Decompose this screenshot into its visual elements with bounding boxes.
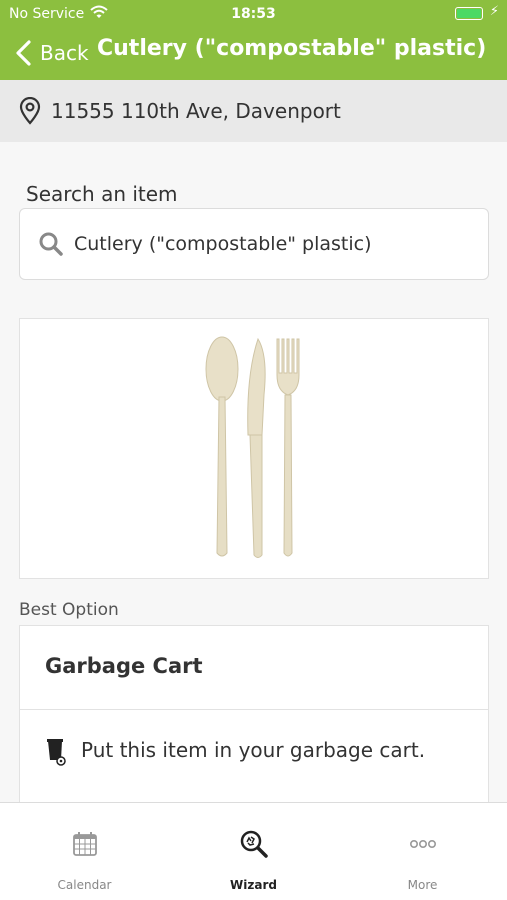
divider xyxy=(20,709,488,710)
location-pin-icon xyxy=(19,97,41,125)
calendar-icon xyxy=(72,832,97,856)
wizard-search-icon xyxy=(240,830,268,858)
garbage-cart-icon xyxy=(47,739,66,766)
address-text: 11555 110th Ave, Davenport xyxy=(51,99,341,123)
search-input[interactable]: Cutlery ("compostable" plastic) xyxy=(19,208,489,280)
best-option-label: Best Option xyxy=(19,600,119,620)
tab-wizard[interactable]: Wizard xyxy=(169,803,338,900)
more-icon xyxy=(409,840,436,849)
page-title: Cutlery ("compostable" plastic) xyxy=(97,36,487,61)
option-instruction: Put this item in your garbage cart. xyxy=(81,738,426,762)
back-label: Back xyxy=(40,41,89,65)
navigation-bar: Back Cutlery ("compostable" plastic) xyxy=(0,30,507,76)
charging-icon: ⚡ xyxy=(489,4,499,19)
back-button[interactable]: Back xyxy=(14,38,89,68)
item-image-card xyxy=(19,318,489,579)
status-time: 18:53 xyxy=(231,6,276,22)
search-icon xyxy=(39,232,63,256)
search-value: Cutlery ("compostable" plastic) xyxy=(74,233,372,255)
tab-calendar[interactable]: Calendar xyxy=(0,803,169,900)
search-label: Search an item xyxy=(26,182,178,206)
chevron-left-icon xyxy=(16,40,31,66)
option-title: Garbage Cart xyxy=(45,654,203,678)
status-bar: No Service 18:53 ⚡ xyxy=(0,0,507,28)
tab-bar: Calendar Wizard More xyxy=(0,802,507,900)
address-bar[interactable]: 11555 110th Ave, Davenport xyxy=(0,80,507,142)
tab-label-calendar: Calendar xyxy=(57,878,112,892)
cutlery-image xyxy=(205,336,300,558)
tab-label-wizard: Wizard xyxy=(230,878,277,892)
tab-more[interactable]: More xyxy=(338,803,507,900)
top-bar: No Service 18:53 ⚡ Back Cutlery ("compos… xyxy=(0,0,507,80)
battery-icon xyxy=(455,7,483,20)
tab-label-more: More xyxy=(407,878,438,892)
best-option-card[interactable]: Garbage Cart Put this item in your garba… xyxy=(19,625,489,825)
